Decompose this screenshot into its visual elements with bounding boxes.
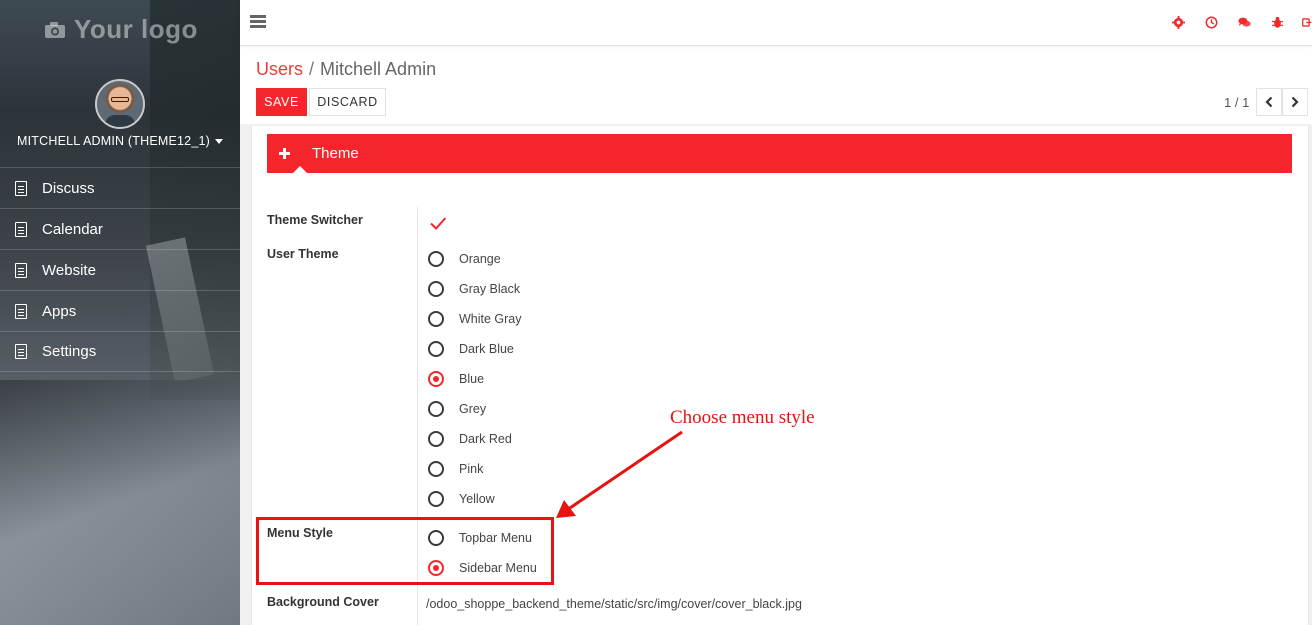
sidebar-item-calendar[interactable]: Calendar — [0, 208, 240, 249]
radio-button-selected[interactable] — [428, 371, 444, 387]
radio-button[interactable] — [428, 281, 444, 297]
annotation-highlight-box — [256, 517, 554, 585]
sidebar-item-label: Discuss — [42, 179, 95, 197]
logo: Your logo — [44, 14, 198, 45]
breadcrumb-separator: / — [309, 59, 315, 79]
document-icon — [15, 221, 27, 237]
radio-button[interactable] — [428, 311, 444, 327]
radio-pink[interactable]: Pink — [428, 461, 483, 477]
radio-button[interactable] — [428, 461, 444, 477]
theme-section-header[interactable]: Theme — [267, 134, 1292, 173]
radio-button[interactable] — [428, 491, 444, 507]
radio-orange[interactable]: Orange — [428, 251, 501, 267]
radio-label: Grey — [459, 402, 487, 416]
breadcrumb-current: Mitchell Admin — [320, 59, 437, 79]
topbar — [240, 0, 1312, 46]
sidebar-item-label: Apps — [42, 302, 77, 320]
settings-icon[interactable] — [1170, 14, 1187, 31]
tab-notch — [293, 166, 307, 173]
save-button[interactable]: SAVE — [256, 88, 307, 116]
caret-down-icon — [214, 139, 223, 145]
chevron-left-icon — [1265, 96, 1273, 108]
document-icon — [15, 344, 27, 359]
sidebar-item-website[interactable]: Website — [0, 249, 240, 290]
background-cover-value[interactable]: /odoo_shoppe_backend_theme/static/src/im… — [426, 597, 802, 611]
radio-label: White Gray — [459, 312, 522, 326]
radio-button[interactable] — [428, 251, 444, 267]
document-icon — [15, 262, 27, 278]
clock-icon[interactable] — [1203, 14, 1220, 31]
radio-blue[interactable]: Blue — [428, 371, 484, 387]
checkmark-icon[interactable] — [429, 214, 447, 232]
radio-dark-red[interactable]: Dark Red — [428, 431, 512, 447]
pager-previous-button[interactable] — [1256, 88, 1282, 116]
document-icon — [15, 180, 27, 196]
plus-icon — [279, 148, 290, 159]
sidebar-item-apps[interactable]: Apps — [0, 290, 240, 331]
radio-gray-black[interactable]: Gray Black — [428, 281, 520, 297]
annotation-arrow — [556, 430, 683, 518]
chat-icon[interactable] — [1236, 14, 1253, 31]
radio-label: Dark Red — [459, 432, 512, 446]
sidebar: Your logo MITCHELL ADMIN (THEME12_1) Dis… — [0, 0, 240, 625]
user-menu[interactable]: MITCHELL ADMIN (THEME12_1) — [0, 134, 240, 148]
systray — [1154, 14, 1312, 31]
user-name: MITCHELL ADMIN (THEME12_1) — [17, 134, 210, 148]
radio-button[interactable] — [428, 341, 444, 357]
bug-icon[interactable] — [1269, 14, 1286, 31]
radio-yellow[interactable]: Yellow — [428, 491, 495, 507]
pager-value[interactable]: 1 / 1 — [1224, 95, 1249, 110]
logout-icon[interactable] — [1302, 14, 1312, 31]
background-cover-label: Background Cover — [267, 595, 379, 609]
camera-icon — [45, 21, 65, 38]
section-title: Theme — [312, 145, 359, 162]
annotation-text: Choose menu style — [670, 407, 815, 428]
sidebar-item-discuss[interactable]: Discuss — [0, 167, 240, 208]
chevron-right-icon — [1291, 96, 1299, 108]
radio-button[interactable] — [428, 431, 444, 447]
sidebar-item-label: Website — [42, 261, 96, 279]
breadcrumb-users-link[interactable]: Users — [256, 59, 303, 79]
radio-white-gray[interactable]: White Gray — [428, 311, 522, 327]
theme-switcher-label: Theme Switcher — [267, 213, 363, 227]
radio-label: Yellow — [459, 492, 495, 506]
discard-button[interactable]: DISCARD — [309, 88, 386, 116]
radio-label: Dark Blue — [459, 342, 514, 356]
avatar[interactable] — [95, 79, 145, 129]
radio-label: Gray Black — [459, 282, 521, 296]
sidebar-item-label: Settings — [42, 343, 97, 360]
radio-grey[interactable]: Grey — [428, 401, 486, 417]
radio-label: Orange — [459, 252, 501, 266]
sidebar-menu: Discuss Calendar Website Apps Settings — [0, 167, 240, 372]
radio-label: Blue — [459, 372, 485, 386]
breadcrumb: Users / Mitchell Admin — [256, 59, 436, 80]
logo-text: Your logo — [74, 14, 198, 44]
sidebar-item-label: Calendar — [42, 220, 103, 238]
radio-label: Pink — [459, 462, 484, 476]
document-icon — [15, 303, 27, 319]
sidebar-item-settings[interactable]: Settings — [0, 331, 240, 372]
radio-button[interactable] — [428, 401, 444, 417]
hamburger-menu-icon[interactable] — [250, 15, 266, 28]
pager-next-button[interactable] — [1282, 88, 1308, 116]
radio-dark-blue[interactable]: Dark Blue — [428, 341, 514, 357]
user-theme-label: User Theme — [267, 247, 339, 261]
